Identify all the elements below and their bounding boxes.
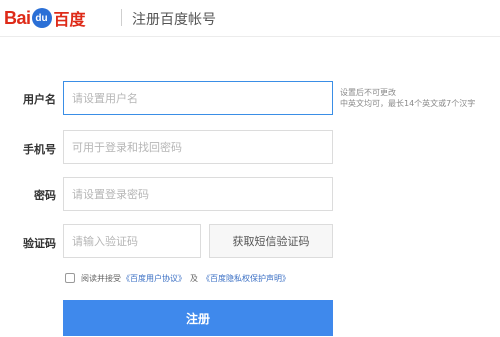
header-divider: [121, 9, 122, 26]
paw-icon: du: [31, 8, 52, 28]
agreement-conjunction: 及: [190, 273, 198, 283]
baidu-logo[interactable]: Bai du 百度: [4, 7, 86, 30]
agreement-row: 阅读并接受 《百度用户协议》 及 《百度隐私权保护声明》: [65, 271, 291, 285]
username-hint-line1: 设置后不可更改: [340, 88, 396, 97]
user-agreement-link[interactable]: 《百度用户协议》: [122, 273, 186, 284]
get-sms-code-button[interactable]: 获取短信验证码: [209, 224, 333, 258]
username-hint: 设置后不可更改 中英文均可，最长14个英文或7个汉字: [340, 87, 475, 109]
username-input[interactable]: [63, 81, 333, 115]
password-input[interactable]: [63, 177, 333, 211]
logo-chinese-text: 百度: [53, 12, 86, 29]
agreement-prefix: 阅读并接受: [81, 273, 121, 283]
verification-code-input[interactable]: [63, 224, 201, 258]
page-header: Bai du 百度 注册百度帐号: [0, 0, 500, 37]
username-label: 用户名: [23, 93, 56, 106]
agreement-checkbox[interactable]: [65, 273, 75, 283]
page-title: 注册百度帐号: [132, 12, 216, 28]
privacy-statement-link[interactable]: 《百度隐私权保护声明》: [202, 273, 290, 284]
register-button[interactable]: 注册: [63, 300, 333, 336]
username-hint-line2: 中英文均可，最长14个英文或7个汉字: [340, 99, 476, 108]
phone-input[interactable]: [63, 130, 333, 164]
phone-label: 手机号: [23, 143, 56, 156]
password-label: 密码: [34, 189, 56, 202]
verification-code-label: 验证码: [23, 237, 56, 250]
logo-latin-text: Bai: [4, 7, 31, 28]
